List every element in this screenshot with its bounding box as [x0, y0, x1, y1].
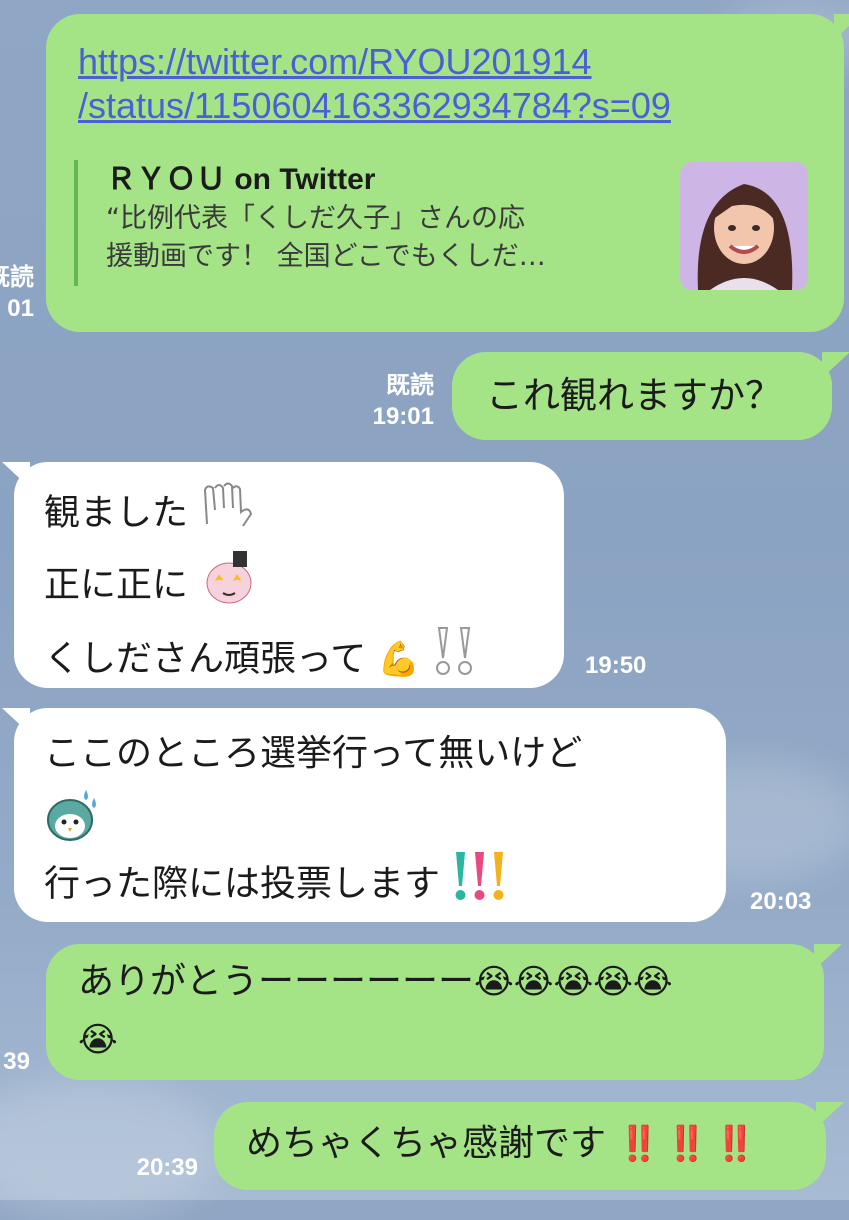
read-status: 既読	[0, 264, 34, 291]
link-message-bubble[interactable]: https://twitter.com/RYOU201914 /status/1…	[46, 14, 844, 332]
message-time: 19:01	[372, 403, 434, 430]
crying-face-icon: 😭	[78, 1020, 118, 1060]
preview-description: “比例代表「くしだ久子」さんの応	[106, 203, 525, 234]
muscle-icon: 💪	[377, 639, 420, 680]
message-text: 正に正に	[44, 564, 189, 606]
bubble-tail	[814, 944, 842, 970]
crying-face-icon: 😭😭😭😭😭	[474, 962, 673, 1002]
message-text: 観ました	[44, 492, 189, 534]
tweet-link[interactable]: https://twitter.com/RYOU201914	[78, 40, 671, 84]
read-status: 既読	[386, 372, 434, 399]
message-meta: 既読 19:01	[346, 370, 434, 432]
double-exclamation-icon	[431, 624, 479, 697]
message-text: くしださん頑張って	[44, 638, 367, 680]
bunny-sticker-icon	[199, 549, 257, 624]
message-bubble-incoming[interactable]: 観ました 正に正に くしださん頑張って 💪	[14, 462, 564, 688]
message-time: 39	[3, 1048, 30, 1075]
message-bubble-outgoing[interactable]: ありがとうーーーーーー😭😭😭😭😭 😭	[46, 944, 824, 1080]
bubble-tail	[834, 14, 849, 40]
message-text: ここのところ選挙行って無いけど	[44, 733, 583, 774]
message-text: 行った際には投票します	[44, 863, 441, 905]
preview-description: 援動画です！ 全国どこでもくしだ…	[106, 241, 546, 272]
bubble-tail	[816, 1102, 844, 1128]
message-time: 01	[7, 295, 34, 322]
message-text: これ観れますか？	[486, 374, 782, 417]
preview-title: ＲＹＯＵ on Twitter	[106, 163, 376, 196]
message-text: めちゃくちゃ感謝です	[246, 1123, 607, 1164]
message-bubble-outgoing[interactable]: これ観れますか？	[452, 352, 832, 440]
message-time: 20:03	[750, 888, 812, 915]
red-exclamation-icon: ‼️‼️‼️	[617, 1124, 763, 1164]
preview-thumbnail-image	[680, 162, 808, 290]
message-bubble-outgoing[interactable]: めちゃくちゃ感謝です ‼️‼️‼️	[214, 1102, 826, 1190]
tweet-link[interactable]: /status/1150604163362934784?s=09	[78, 84, 671, 128]
link-preview[interactable]: ＲＹＯＵ on Twitter “比例代表「くしだ久子」さんの応 援動画です！ …	[74, 160, 654, 286]
message-meta: 既読 01	[0, 262, 34, 324]
message-time: 20:39	[136, 1154, 198, 1181]
bubble-tail	[822, 352, 849, 378]
message-text: ありがとうーーーーーー	[78, 961, 475, 1002]
background-cloud	[0, 1080, 220, 1220]
colored-exclamation-icon	[451, 848, 509, 923]
hand-icon	[199, 480, 255, 549]
message-time: 19:50	[585, 652, 647, 679]
message-bubble-incoming[interactable]: ここのところ選挙行って無いけど 行った際には投票します	[14, 708, 726, 922]
